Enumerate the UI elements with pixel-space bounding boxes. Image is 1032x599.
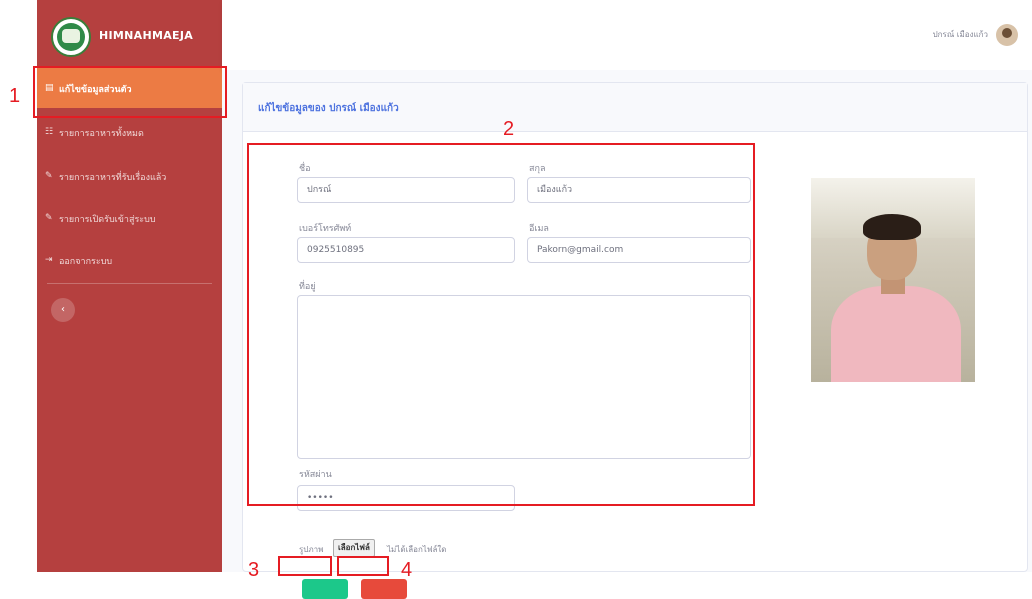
annotation-number-2: 2 — [503, 118, 515, 140]
avatar[interactable] — [996, 24, 1018, 46]
edit-icon: ✎ — [45, 171, 53, 181]
sidebar-item-label: รายการอาหารที่รับเรื่องแล้ว — [59, 173, 167, 183]
annotation-number-1: 1 — [9, 85, 21, 107]
annotation-box-4 — [337, 556, 389, 576]
brand-logo — [51, 17, 91, 57]
topbar: ปกรณ์ เมืองแก้ว — [222, 0, 1032, 70]
cancel-button[interactable] — [361, 579, 407, 599]
card-title: แก้ไขข้อมูลของ ปกรณ์ เมืองแก้ว — [258, 103, 399, 114]
sidebar-item-label: รายการเปิดรับเข้าสู่ระบบ — [59, 215, 156, 225]
file-status: ไม่ได้เลือกไฟล์ใด — [387, 545, 447, 554]
sidebar-item-accepted-food[interactable]: ✎ รายการอาหารที่รับเรื่องแล้ว — [37, 156, 222, 196]
annotation-box-2 — [247, 143, 755, 506]
annotation-number-3: 3 — [248, 559, 260, 581]
annotation-number-4: 4 — [401, 559, 413, 581]
sidebar-item-label: รายการอาหารทั้งหมด — [59, 129, 144, 139]
sidebar-item-open-orders[interactable]: ✎ รายการเปิดรับเข้าสู่ระบบ — [37, 198, 222, 238]
list-icon: ☷ — [45, 127, 54, 137]
sidebar-item-all-food[interactable]: ☷ รายการอาหารทั้งหมด — [37, 112, 222, 152]
annotation-box-1 — [33, 66, 227, 118]
image-label: รูปภาพ — [299, 545, 324, 554]
save-button[interactable] — [302, 579, 348, 599]
sidebar-item-label: ออกจากระบบ — [59, 257, 113, 267]
edit-icon: ✎ — [45, 213, 53, 223]
logout-icon: ⇥ — [45, 255, 53, 265]
sidebar-divider — [47, 283, 212, 284]
sidebar-toggle-button[interactable]: ‹ — [51, 298, 75, 322]
card-header: แก้ไขข้อมูลของ ปกรณ์ เมืองแก้ว — [243, 83, 1027, 132]
user-name[interactable]: ปกรณ์ เมืองแก้ว — [933, 28, 988, 41]
brand[interactable]: HIMNAHMAEJA — [37, 12, 222, 62]
sidebar-item-logout[interactable]: ⇥ ออกจากระบบ — [37, 240, 222, 280]
annotation-box-3 — [278, 556, 332, 576]
choose-file-button[interactable]: เลือกไฟล์ — [333, 539, 375, 557]
profile-photo — [811, 178, 975, 382]
brand-name: HIMNAHMAEJA — [99, 29, 194, 42]
